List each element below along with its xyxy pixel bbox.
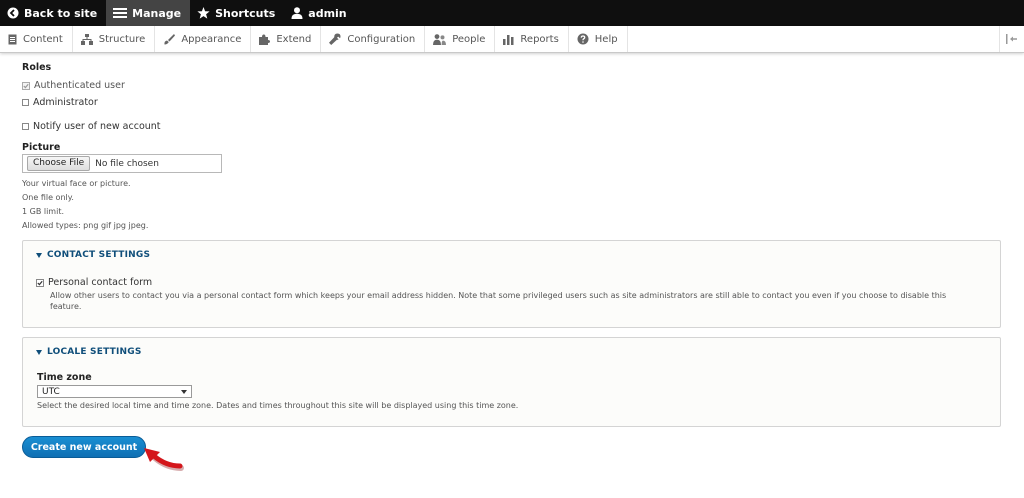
tray-item-label: Structure	[98, 33, 146, 45]
locale-settings-fieldset: LOCALE SETTINGS Time zone UTC Select the…	[22, 337, 1001, 427]
picture-desc-line: Allowed types: png gif jpg jpeg.	[22, 221, 149, 230]
contact-form-description: Allow other users to contact you via a p…	[50, 291, 947, 300]
people-icon	[433, 33, 447, 45]
timezone-description: Select the desired local time and time z…	[37, 401, 519, 410]
contact-settings-fieldset: CONTACT SETTINGS Personal contact form A…	[22, 240, 1001, 328]
collapse-sidebar-icon	[1006, 34, 1017, 44]
contact-form-description-cont: feature.	[50, 302, 82, 311]
toolbar-label: Shortcuts	[215, 6, 276, 20]
checkmark-icon	[37, 280, 43, 285]
tray-item-label: Configuration	[347, 33, 416, 45]
paintbrush-icon	[164, 33, 176, 44]
checkmark-icon	[23, 83, 29, 88]
picture-description: Your virtual face or picture. One file o…	[22, 177, 148, 233]
expanded-triangle-icon	[36, 252, 42, 258]
admin-menu-tray: Content Structure Appearance Extend Conf…	[0, 26, 1024, 53]
notify-user-option[interactable]: Notify user of new account	[22, 121, 161, 132]
timezone-selected-value: UTC	[42, 386, 60, 397]
toolbar-label: Back to site	[24, 6, 98, 20]
tray-item-configuration[interactable]: Configuration	[321, 26, 426, 52]
tray-item-label: Reports	[520, 33, 559, 45]
toolbar-shortcuts[interactable]: Shortcuts	[190, 0, 284, 26]
tray-item-content[interactable]: Content	[0, 26, 73, 52]
tray-item-label: Appearance	[181, 33, 242, 45]
checkbox-label: Administrator	[33, 97, 98, 108]
checkbox-authenticated-user	[22, 81, 30, 90]
tray-item-label: People	[452, 33, 486, 45]
document-icon	[8, 34, 17, 44]
tray-item-reports[interactable]: Reports	[495, 26, 569, 52]
toolbar-label: Manage	[132, 6, 182, 20]
tray-item-structure[interactable]: Structure	[73, 26, 156, 52]
hamburger-menu-icon	[113, 8, 128, 18]
admin-toolbar: Back to site Manage Shortcuts admin	[0, 0, 1024, 26]
role-administrator[interactable]: Administrator	[22, 97, 98, 108]
puzzle-icon	[259, 34, 271, 45]
checkbox-administrator[interactable]	[22, 99, 29, 106]
toolbar-user-admin[interactable]: admin	[284, 0, 355, 26]
timezone-select[interactable]: UTC	[37, 385, 192, 398]
role-authenticated-user: Authenticated user	[22, 80, 125, 91]
picture-file-input[interactable]: Choose File No file chosen	[22, 154, 222, 173]
contact-settings-toggle[interactable]: CONTACT SETTINGS	[36, 250, 150, 260]
checkbox-label: Personal contact form	[48, 277, 153, 288]
dropdown-arrow-icon	[181, 389, 187, 394]
toolbar-back-to-site[interactable]: Back to site	[0, 0, 106, 26]
roles-label: Roles	[22, 62, 52, 73]
personal-contact-form-option[interactable]: Personal contact form	[36, 277, 152, 288]
toolbar-label: admin	[308, 6, 347, 20]
contact-settings-legend: CONTACT SETTINGS	[47, 250, 151, 260]
wrench-icon	[329, 33, 341, 45]
tray-item-label: Content	[23, 33, 63, 45]
tray-orientation-toggle[interactable]	[999, 26, 1024, 52]
picture-label: Picture	[22, 142, 61, 153]
locale-settings-toggle[interactable]: LOCALE SETTINGS	[36, 347, 142, 357]
timezone-label: Time zone	[37, 372, 92, 383]
help-icon	[577, 33, 589, 45]
star-icon	[197, 7, 210, 19]
expanded-triangle-icon	[36, 349, 42, 355]
picture-desc-line: One file only.	[22, 193, 74, 202]
tray-item-extend[interactable]: Extend	[251, 26, 322, 52]
bar-chart-icon	[503, 34, 514, 45]
create-new-account-button[interactable]: Create new account	[22, 436, 146, 458]
checkbox-personal-contact-form[interactable]	[36, 278, 44, 287]
user-icon	[291, 7, 303, 19]
tray-item-appearance[interactable]: Appearance	[155, 26, 252, 52]
file-status: No file chosen	[95, 158, 159, 169]
toolbar-manage[interactable]: Manage	[106, 0, 191, 26]
tray-item-people[interactable]: People	[425, 26, 496, 52]
tray-item-label: Extend	[276, 33, 312, 45]
checkbox-notify-user[interactable]	[22, 123, 29, 130]
picture-desc-line: 1 GB limit.	[22, 207, 65, 216]
tray-item-help[interactable]: Help	[569, 26, 628, 52]
sitemap-icon	[80, 33, 93, 45]
picture-desc-line: Your virtual face or picture.	[22, 179, 131, 188]
checkbox-label: Notify user of new account	[33, 121, 161, 132]
locale-settings-legend: LOCALE SETTINGS	[47, 347, 142, 357]
tray-item-label: Help	[594, 33, 618, 45]
back-arrow-icon	[7, 7, 19, 19]
choose-file-button[interactable]: Choose File	[27, 156, 91, 171]
checkbox-label: Authenticated user	[34, 80, 125, 91]
annotation-arrow-icon	[144, 448, 184, 471]
